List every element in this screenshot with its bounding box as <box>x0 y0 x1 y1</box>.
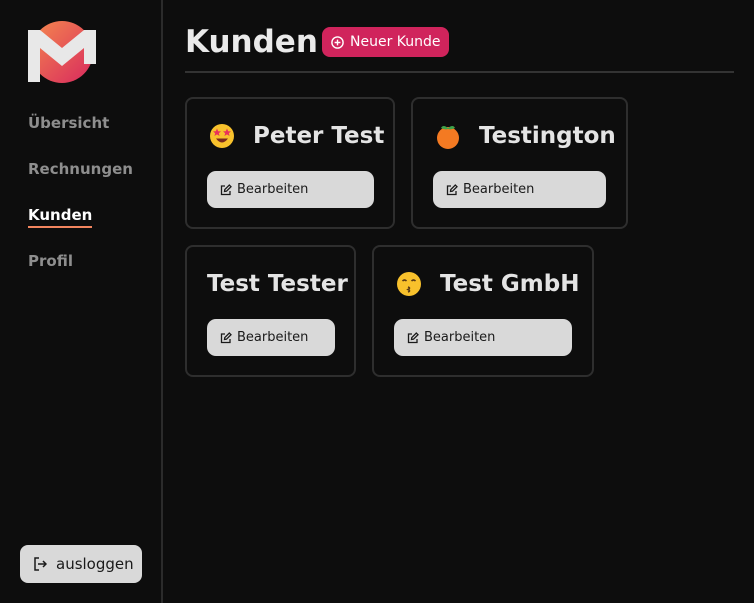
peach-emoji-icon <box>437 126 459 149</box>
edit-icon <box>407 331 419 343</box>
new-customer-label: Neuer Kunde <box>350 34 441 50</box>
customer-card: Test Tester Bearbeiten <box>185 245 356 377</box>
star-struck-emoji-icon <box>210 124 234 148</box>
edit-label: Bearbeiten <box>424 330 496 345</box>
sidebar-item-label: Übersicht <box>28 114 110 132</box>
new-customer-button[interactable]: Neuer Kunde <box>322 27 449 57</box>
edit-label: Bearbeiten <box>463 182 535 197</box>
page-header: Kunden Neuer Kunde <box>185 22 734 73</box>
customer-name: Test GmbH <box>440 271 580 297</box>
customer-name: Testington <box>479 123 616 149</box>
customer-card: Testington Bearbeiten <box>411 97 628 229</box>
logout-label: ausloggen <box>56 555 134 573</box>
logout-icon <box>34 557 47 571</box>
logout-button[interactable]: ausloggen <box>20 545 142 583</box>
kissing-face-emoji-icon <box>397 272 421 296</box>
customer-card-header: Test GmbH <box>394 267 579 301</box>
edit-label: Bearbeiten <box>237 182 309 197</box>
sidebar: Übersicht Rechnungen Kunden Profil auslo… <box>0 0 163 603</box>
plus-circle-icon <box>331 35 344 49</box>
customer-name: Test Tester <box>207 271 348 297</box>
edit-icon <box>446 183 458 195</box>
edit-icon <box>220 331 232 343</box>
customer-card: Test GmbH Bearbeiten <box>372 245 594 377</box>
edit-customer-button[interactable]: Bearbeiten <box>433 171 606 208</box>
customer-card-header: Test Tester <box>207 267 348 301</box>
sidebar-item-uebersicht[interactable]: Übersicht <box>28 113 133 159</box>
edit-icon <box>220 183 232 195</box>
customer-card-header: Peter Test <box>207 119 384 153</box>
sidebar-item-label: Rechnungen <box>28 160 133 178</box>
edit-label: Bearbeiten <box>237 330 309 345</box>
customer-card: Peter Test Bearbeiten <box>185 97 395 229</box>
m-logo-icon[interactable] <box>28 20 96 84</box>
sidebar-item-profil[interactable]: Profil <box>28 251 133 297</box>
edit-customer-button[interactable]: Bearbeiten <box>207 171 374 208</box>
sidebar-item-label: Profil <box>28 252 73 270</box>
customer-card-header: Testington <box>433 119 616 153</box>
sidebar-item-rechnungen[interactable]: Rechnungen <box>28 159 133 205</box>
page-title: Kunden <box>185 24 318 60</box>
sidebar-nav: Übersicht Rechnungen Kunden Profil <box>28 113 133 297</box>
edit-customer-button[interactable]: Bearbeiten <box>394 319 572 356</box>
sidebar-item-label: Kunden <box>28 206 93 228</box>
edit-customer-button[interactable]: Bearbeiten <box>207 319 335 356</box>
sidebar-item-kunden[interactable]: Kunden <box>28 205 133 251</box>
customer-name: Peter Test <box>253 123 385 149</box>
